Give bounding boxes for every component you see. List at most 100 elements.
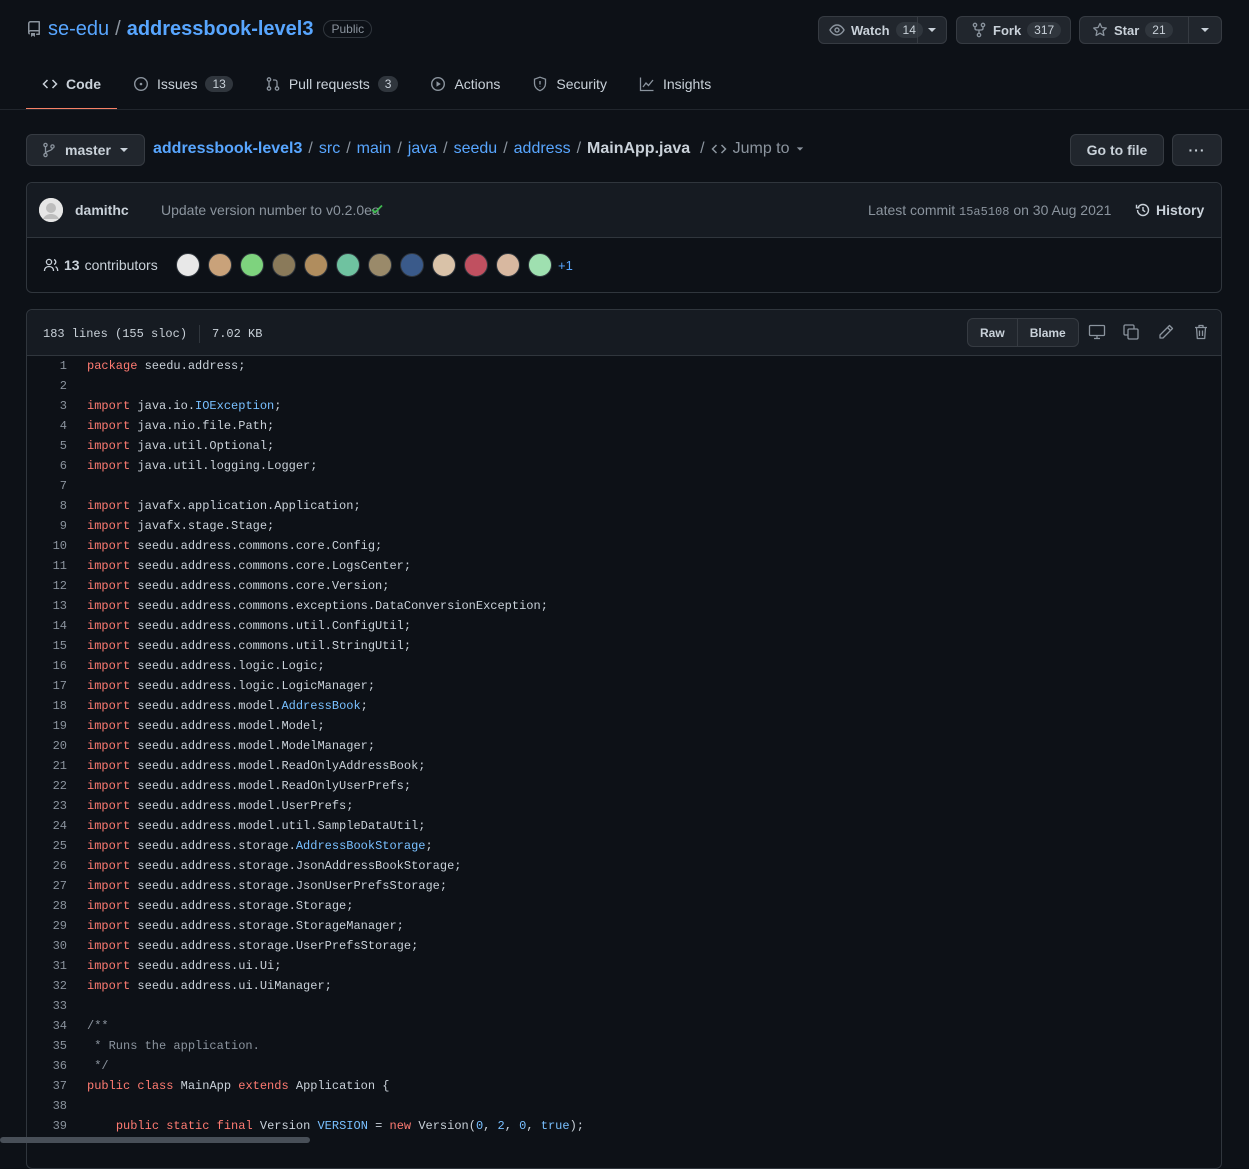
line-number[interactable]: 9	[27, 519, 87, 533]
line-number[interactable]: 15	[27, 639, 87, 653]
line-number[interactable]: 24	[27, 819, 87, 833]
star-button[interactable]: Star 21	[1080, 17, 1188, 43]
code-line: 24 import seedu.address.model.util.Sample…	[27, 816, 1221, 836]
contributor-avatar[interactable]	[464, 253, 488, 277]
jump-to-button[interactable]: Jump to	[711, 140, 804, 158]
line-number[interactable]: 37	[27, 1079, 87, 1093]
line-number[interactable]: 2	[27, 379, 87, 393]
contributor-avatar[interactable]	[528, 253, 552, 277]
line-number[interactable]: 3	[27, 399, 87, 413]
contributor-avatar[interactable]	[336, 253, 360, 277]
contributor-avatar[interactable]	[304, 253, 328, 277]
code-line: 37 public class MainApp extends Applicati…	[27, 1076, 1221, 1096]
line-number[interactable]: 32	[27, 979, 87, 993]
line-number[interactable]: 35	[27, 1039, 87, 1053]
commit-message: Update version number to v0.2.0ea	[161, 202, 380, 218]
breadcrumb-main-link[interactable]: main	[357, 140, 392, 158]
line-number[interactable]: 20	[27, 739, 87, 753]
breadcrumb-src-link[interactable]: src	[319, 140, 340, 158]
blame-button[interactable]: Blame	[1016, 319, 1078, 346]
line-number[interactable]: 23	[27, 799, 87, 813]
line-number[interactable]: 29	[27, 919, 87, 933]
contributor-avatar[interactable]	[176, 253, 200, 277]
contributor-avatar[interactable]	[240, 253, 264, 277]
raw-button[interactable]: Raw	[968, 319, 1017, 346]
horizontal-scrollbar[interactable]	[0, 1137, 310, 1143]
line-source: import seedu.address.logic.LogicManager;	[87, 679, 376, 693]
line-number[interactable]: 10	[27, 539, 87, 553]
line-number[interactable]: 16	[27, 659, 87, 673]
commit-message-link[interactable]: Update version number to v0.2.0ea	[161, 202, 380, 218]
contributors-link[interactable]: 13 contributors	[43, 257, 158, 273]
contributor-avatar[interactable]	[432, 253, 456, 277]
line-number[interactable]: 27	[27, 879, 87, 893]
repo-owner-link[interactable]: se-edu	[48, 18, 109, 41]
line-number[interactable]: 14	[27, 619, 87, 633]
line-number[interactable]: 36	[27, 1059, 87, 1073]
trash-icon[interactable]	[1192, 323, 1210, 341]
desktop-icon[interactable]	[1088, 323, 1106, 341]
line-number[interactable]: 38	[27, 1099, 87, 1113]
go-to-file-button[interactable]: Go to file	[1070, 134, 1164, 166]
watch-button[interactable]: Watch 14	[819, 17, 923, 43]
history-link[interactable]: History	[1135, 202, 1204, 218]
contributor-avatar[interactable]	[208, 253, 232, 277]
branch-selector[interactable]: master	[26, 134, 145, 166]
more-options-button[interactable]: ···	[1172, 134, 1222, 166]
line-source: import seedu.address.storage.Storage;	[87, 899, 354, 913]
line-number[interactable]: 5	[27, 439, 87, 453]
code-icon	[42, 76, 58, 92]
line-number[interactable]: 7	[27, 479, 87, 493]
line-number[interactable]: 1	[27, 359, 87, 373]
tab-security[interactable]: Security	[516, 60, 623, 108]
line-number[interactable]: 31	[27, 959, 87, 973]
line-number[interactable]: 19	[27, 719, 87, 733]
line-number[interactable]: 11	[27, 559, 87, 573]
watch-dropdown-button[interactable]	[917, 17, 946, 43]
pencil-icon[interactable]	[1157, 323, 1175, 341]
star-dropdown-button[interactable]	[1188, 17, 1221, 43]
breadcrumb-java-link[interactable]: java	[408, 140, 437, 158]
line-number[interactable]: 33	[27, 999, 87, 1013]
check-icon[interactable]	[369, 201, 385, 217]
line-number[interactable]: 4	[27, 419, 87, 433]
tab-pull-requests[interactable]: Pull requests 3	[249, 60, 415, 108]
commit-sha-link[interactable]: 15a5108	[959, 205, 1009, 219]
fork-button[interactable]: Fork 317	[957, 17, 1071, 43]
line-number[interactable]: 8	[27, 499, 87, 513]
tab-issues[interactable]: Issues 13	[117, 60, 249, 108]
line-number[interactable]: 28	[27, 899, 87, 913]
file-info-divider	[199, 325, 201, 343]
breadcrumb-seedu-link[interactable]: seedu	[454, 140, 498, 158]
contributor-avatar[interactable]	[272, 253, 296, 277]
line-source: * Runs the application.	[87, 1039, 260, 1053]
line-source: import seedu.address.commons.core.LogsCe…	[87, 559, 412, 573]
breadcrumb-repo-link[interactable]: addressbook-level3	[153, 140, 302, 158]
line-number[interactable]: 12	[27, 579, 87, 593]
breadcrumb-address-link[interactable]: address	[514, 140, 571, 158]
line-number[interactable]: 13	[27, 599, 87, 613]
line-source: import seedu.address.model.Model;	[87, 719, 325, 733]
line-number[interactable]: 21	[27, 759, 87, 773]
line-number[interactable]: 25	[27, 839, 87, 853]
line-number[interactable]: 26	[27, 859, 87, 873]
line-number[interactable]: 17	[27, 679, 87, 693]
contributor-avatar[interactable]	[368, 253, 392, 277]
line-number[interactable]: 22	[27, 779, 87, 793]
line-number[interactable]: 34	[27, 1019, 87, 1033]
contributor-avatar[interactable]	[400, 253, 424, 277]
line-number[interactable]: 30	[27, 939, 87, 953]
more-contributors-link[interactable]: +1	[558, 258, 573, 273]
caret-down-icon	[119, 145, 129, 155]
contributor-avatar[interactable]	[496, 253, 520, 277]
copy-icon[interactable]	[1122, 323, 1140, 341]
line-number[interactable]: 6	[27, 459, 87, 473]
line-number[interactable]: 39	[27, 1119, 87, 1133]
author-avatar[interactable]	[39, 198, 63, 222]
tab-actions[interactable]: Actions	[414, 60, 516, 108]
repo-name-link[interactable]: addressbook-level3	[127, 18, 314, 41]
tab-insights[interactable]: Insights	[623, 60, 727, 108]
tab-code[interactable]: Code	[26, 60, 117, 110]
commit-author-link[interactable]: damithc	[75, 202, 129, 218]
line-number[interactable]: 18	[27, 699, 87, 713]
